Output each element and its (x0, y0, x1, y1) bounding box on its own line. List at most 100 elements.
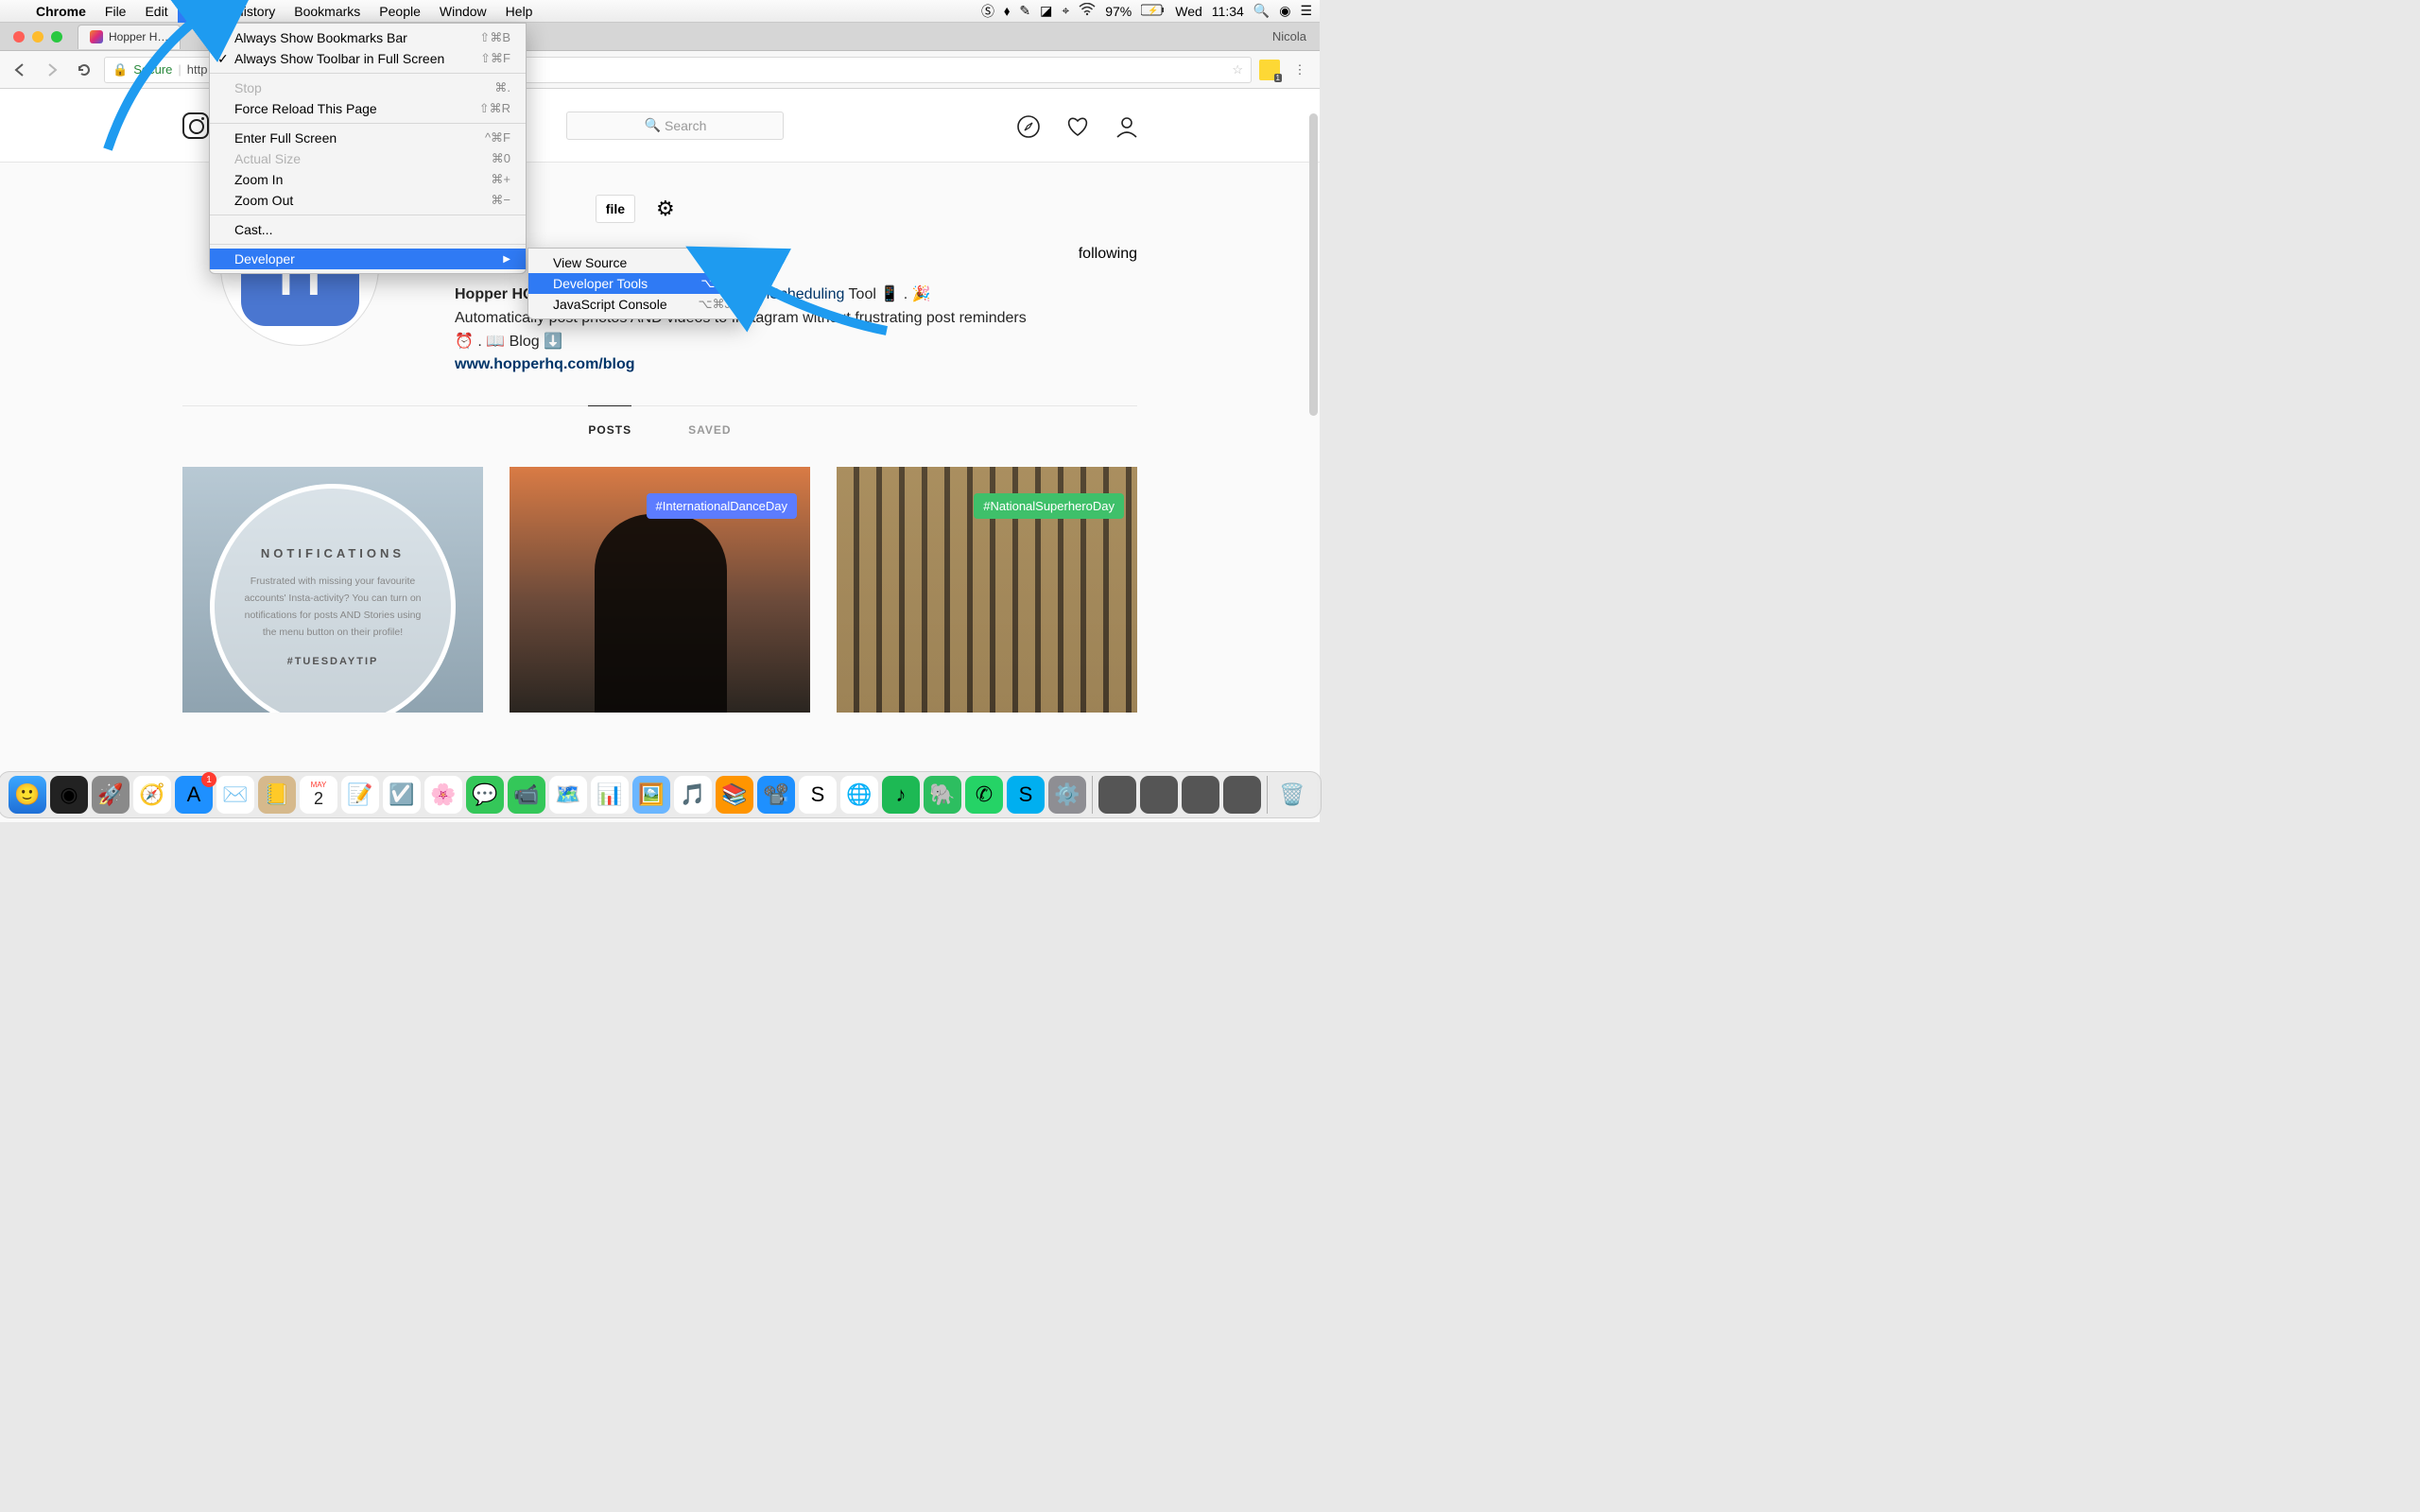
settings-gear-icon[interactable]: ⚙ (656, 197, 675, 221)
evernote-menubar-icon[interactable]: ✎ (1019, 3, 1030, 19)
dock-whatsapp[interactable]: ✆ (965, 776, 1003, 814)
wifi-icon[interactable] (1079, 3, 1096, 19)
dock-recent-1[interactable] (1098, 776, 1136, 814)
battery-icon[interactable]: ⚡ (1141, 4, 1166, 19)
activity-heart-icon[interactable] (1065, 114, 1088, 137)
close-window-button[interactable] (13, 31, 25, 43)
spotlight-icon[interactable]: 🔍 (1253, 3, 1270, 19)
star-icon[interactable]: ☆ (1232, 62, 1243, 77)
dock-photos[interactable]: 🌸 (424, 776, 462, 814)
dropbox-menubar-icon[interactable]: ⬧ (1004, 3, 1010, 19)
dock-preview[interactable]: 🖼️ (632, 776, 670, 814)
bio-link[interactable]: www.hopperhq.com/blog (455, 356, 635, 372)
menu-force-reload[interactable]: Force Reload This Page⇧⌘R (210, 98, 526, 119)
post-thumbnail[interactable]: #NationalSuperheroDay (837, 467, 1137, 713)
menu-view-source[interactable]: View Source⌥⌘U (528, 252, 746, 273)
dock-finder[interactable]: 🙂 (9, 776, 46, 814)
dock-launchpad[interactable]: 🚀 (92, 776, 130, 814)
minimize-window-button[interactable] (32, 31, 43, 43)
menu-bookmarks[interactable]: Bookmarks (285, 0, 370, 23)
dock-slack[interactable]: S (799, 776, 837, 814)
dock-recent-4[interactable] (1223, 776, 1261, 814)
instagram-search-input[interactable]: 🔍 Search (566, 112, 784, 140)
post1-title: NOTIFICATIONS (261, 546, 405, 560)
explore-icon[interactable] (1016, 114, 1039, 137)
dock-messages[interactable]: 💬 (466, 776, 504, 814)
dock-ibooks[interactable]: 📚 (716, 776, 753, 814)
siri-icon[interactable]: ◉ (1279, 3, 1290, 19)
post1-tag: #TUESDAYTIP (287, 656, 379, 667)
dock-skype[interactable]: S (1007, 776, 1045, 814)
menu-developer[interactable]: Developer▶ (210, 249, 526, 269)
menu-file[interactable]: File (95, 0, 136, 23)
dock-reminders[interactable]: ☑️ (383, 776, 421, 814)
menu-toolbar-fullscreen[interactable]: ✓Always Show Toolbar in Full Screen⇧⌘F (210, 48, 526, 69)
battery-percent[interactable]: 97% (1105, 4, 1132, 19)
menu-separator (210, 123, 526, 124)
bio-text-2: Tool 📱 . 🎉 (849, 286, 931, 302)
menu-view[interactable]: View (178, 0, 225, 23)
reload-button[interactable] (72, 58, 96, 82)
dock-keynote[interactable]: 📽️ (757, 776, 795, 814)
clock-day[interactable]: Wed (1175, 4, 1202, 19)
menu-help[interactable]: Help (496, 0, 543, 23)
extension-icon[interactable]: 1 (1259, 60, 1280, 80)
post-thumbnail[interactable]: #InternationalDanceDay (510, 467, 810, 713)
view-dropdown-menu: Always Show Bookmarks Bar⇧⌘B ✓Always Sho… (209, 23, 527, 274)
macos-menubar: Chrome File Edit View History Bookmarks … (0, 0, 1320, 23)
dock-siri[interactable]: ◉ (50, 776, 88, 814)
forward-button[interactable] (40, 58, 64, 82)
dock-evernote[interactable]: 🐘 (924, 776, 961, 814)
menu-zoom-in[interactable]: Zoom In⌘+ (210, 169, 526, 190)
dock-itunes[interactable]: 🎵 (674, 776, 712, 814)
browser-tab[interactable]: Hopper H… (78, 25, 181, 49)
bluetooth-menubar-icon[interactable]: ⌖ (1062, 3, 1069, 19)
zoom-window-button[interactable] (51, 31, 62, 43)
dock-safari[interactable]: 🧭 (133, 776, 171, 814)
dock-settings[interactable]: ⚙️ (1048, 776, 1086, 814)
dock-recent-3[interactable] (1182, 776, 1219, 814)
dock-contacts[interactable]: 📒 (258, 776, 296, 814)
dock-mail[interactable]: ✉️ (216, 776, 254, 814)
menu-people[interactable]: People (370, 0, 430, 23)
scrollbar[interactable] (1309, 113, 1318, 416)
menu-javascript-console[interactable]: JavaScript Console⌥⌘J (528, 294, 746, 315)
menu-developer-tools[interactable]: Developer Tools⌥⌘I (528, 273, 746, 294)
back-button[interactable] (8, 58, 32, 82)
dock-spotify[interactable]: ♪ (882, 776, 920, 814)
chrome-profile-name[interactable]: Nicola (1259, 29, 1320, 43)
menu-window[interactable]: Window (430, 0, 496, 23)
dock-numbers[interactable]: 📊 (591, 776, 629, 814)
dock-maps[interactable]: 🗺️ (549, 776, 587, 814)
menu-cast[interactable]: Cast... (210, 219, 526, 240)
menu-enter-fullscreen[interactable]: Enter Full Screen^⌘F (210, 128, 526, 148)
chrome-menu-icon[interactable]: ⋮ (1288, 58, 1312, 82)
menu-zoom-out[interactable]: Zoom Out⌘− (210, 190, 526, 211)
dock-calendar[interactable]: MAY2 (300, 776, 337, 814)
chrome-window: Hopper H… Nicola 🔒 Secure | http ☆ 1 ⋮ (0, 23, 1320, 822)
lock-icon: 🔒 (112, 62, 128, 77)
dock-recent-2[interactable] (1140, 776, 1178, 814)
tab-saved[interactable]: SAVED (688, 406, 731, 454)
dock-notes[interactable]: 📝 (341, 776, 379, 814)
menu-bookmarks-bar[interactable]: Always Show Bookmarks Bar⇧⌘B (210, 27, 526, 48)
instagram-nav: Instagram 🔍 Search (0, 89, 1320, 163)
profile-icon[interactable] (1115, 114, 1137, 137)
menu-history[interactable]: History (225, 0, 285, 23)
tab-posts[interactable]: POSTS (588, 405, 631, 454)
notification-center-icon[interactable]: ☰ (1300, 3, 1312, 19)
clock-time[interactable]: 11:34 (1212, 4, 1244, 19)
skype-menubar-icon[interactable]: Ⓢ (981, 2, 994, 21)
menu-edit[interactable]: Edit (135, 0, 177, 23)
url-text: http (187, 62, 208, 77)
stat-following[interactable]: following (1079, 246, 1137, 263)
dock-facetime[interactable]: 📹 (508, 776, 545, 814)
drive-menubar-icon[interactable]: ◪ (1040, 3, 1052, 19)
dock-chrome[interactable]: 🌐 (840, 776, 878, 814)
post-thumbnail[interactable]: NOTIFICATIONS Frustrated with missing yo… (182, 467, 483, 713)
dock-trash[interactable]: 🗑️ (1273, 776, 1311, 814)
menubar-app-name[interactable]: Chrome (26, 4, 95, 19)
dock-appstore[interactable]: A1 (175, 776, 213, 814)
page-content: Instagram 🔍 Search (0, 89, 1320, 822)
edit-profile-button[interactable]: file (596, 195, 635, 223)
